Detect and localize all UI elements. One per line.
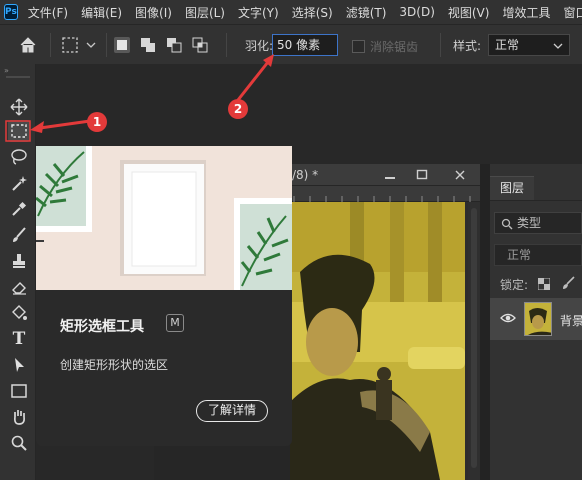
callout-2: 2 [228, 99, 248, 119]
callout-1: 1 [87, 112, 107, 132]
callout-arrows [5, 54, 274, 142]
